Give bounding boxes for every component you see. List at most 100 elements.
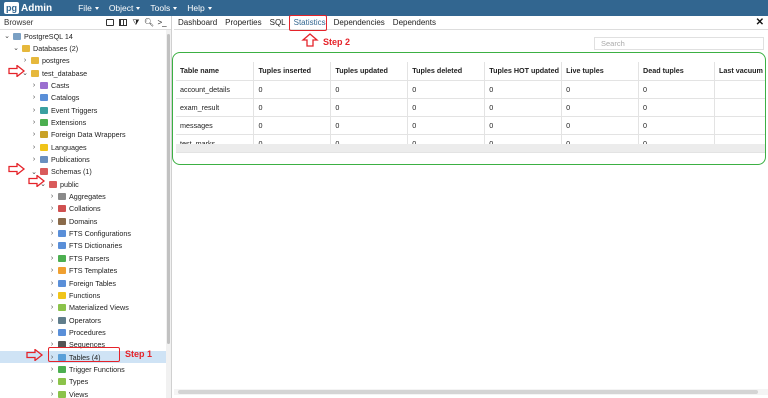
tree-item-label: FTS Dictionaries — [69, 241, 123, 251]
tree-item-label: FTS Parsers — [69, 253, 110, 263]
statistics-tab-highlight — [289, 15, 327, 31]
tree-item-label: Publications — [51, 155, 90, 164]
chevron-right-icon[interactable]: › — [49, 218, 55, 225]
tree-item[interactable]: › Catalogs — [31, 92, 80, 104]
tree-item[interactable]: ⌄ Databases (2) — [13, 42, 78, 54]
right-arrow-icon — [28, 175, 46, 187]
tree-item[interactable]: › Trigger Functions — [49, 363, 125, 375]
chevron-right-icon[interactable]: › — [49, 193, 55, 200]
tree-item[interactable]: › postgres — [22, 55, 70, 67]
tree-item[interactable]: › FTS Parsers — [49, 252, 110, 264]
tree-item[interactable]: › Aggregates — [49, 191, 106, 203]
chevron-right-icon[interactable]: › — [31, 131, 37, 138]
horizontal-scrollbar[interactable] — [174, 389, 768, 395]
tab-dependents[interactable]: Dependents — [389, 16, 440, 30]
tab-dashboard[interactable]: Dashboard — [174, 16, 221, 30]
browser-scroll-thumb[interactable] — [167, 34, 170, 344]
chevron-right-icon[interactable]: › — [31, 119, 37, 126]
close-icon[interactable]: ✕ — [756, 17, 764, 28]
chevron-right-icon[interactable]: › — [22, 57, 28, 64]
chevron-right-icon[interactable]: › — [49, 280, 55, 287]
tree-item[interactable]: ⌄ PostgreSQL 14 — [4, 30, 73, 42]
menu-help[interactable]: Help — [187, 3, 212, 13]
chevron-right-icon[interactable]: › — [31, 144, 37, 151]
tree-item[interactable]: › Languages — [31, 141, 87, 153]
tree-item-label: Trigger Functions — [69, 364, 125, 374]
tree-item[interactable]: › Views — [49, 388, 88, 398]
tree-item[interactable]: › Foreign Tables — [49, 277, 116, 289]
search-icon[interactable]: 🔍︎ — [144, 18, 154, 28]
tree-item[interactable]: ⌄ test_database — [22, 67, 87, 79]
tab-dependencies[interactable]: Dependencies — [330, 16, 389, 30]
tree-item[interactable]: › Publications — [31, 154, 90, 166]
caret-down-icon — [207, 6, 212, 10]
tree-item[interactable]: › Functions — [49, 289, 100, 301]
terminal-icon[interactable]: >_ — [157, 18, 167, 28]
chevron-right-icon[interactable]: › — [49, 391, 55, 398]
chevron-right-icon[interactable]: › — [49, 230, 55, 237]
chevron-right-icon[interactable]: › — [49, 304, 55, 311]
chevron-right-icon[interactable]: › — [49, 292, 55, 299]
tree-item[interactable]: › FTS Configurations — [49, 228, 131, 240]
domains-icon — [58, 217, 66, 225]
server-icon — [13, 32, 21, 40]
tree-item[interactable]: › Operators — [49, 314, 101, 326]
chevron-right-icon[interactable]: › — [49, 205, 55, 212]
chevron-right-icon[interactable]: › — [31, 156, 37, 163]
browser-toolbar: ⧩ 🔍︎ >_ — [102, 18, 167, 28]
tab-properties[interactable]: Properties — [221, 16, 265, 30]
pgadmin-logo: pg Admin — [4, 2, 52, 14]
trigger-fn-icon — [58, 365, 66, 373]
menu-tools[interactable]: Tools — [150, 3, 178, 13]
tree-item[interactable]: › FTS Dictionaries — [49, 240, 122, 252]
tree-item[interactable]: › Procedures — [49, 326, 106, 338]
filter-icon[interactable]: ⧩ — [131, 18, 141, 28]
search-input[interactable]: Search — [594, 37, 764, 50]
tree-item[interactable]: › Materialized Views — [49, 302, 129, 314]
tree-item-label: Procedures — [69, 327, 106, 337]
tree-item[interactable]: › Casts — [31, 79, 70, 91]
menu-file[interactable]: File — [78, 3, 99, 13]
menu-object-label: Object — [108, 3, 134, 13]
chevron-right-icon[interactable]: › — [49, 255, 55, 262]
tree-item[interactable]: › Types — [49, 376, 88, 388]
chevron-right-icon[interactable]: › — [49, 267, 55, 274]
chevron-right-icon[interactable]: › — [31, 94, 37, 101]
chevron-down-icon[interactable]: ⌄ — [4, 32, 10, 40]
chevron-right-icon[interactable]: › — [31, 107, 37, 114]
tree-item[interactable]: › Collations — [49, 203, 101, 215]
tree-item-label: test_database — [42, 68, 88, 78]
chevron-down-icon[interactable]: ⌄ — [13, 44, 19, 52]
chevron-right-icon[interactable]: › — [49, 378, 55, 385]
tab-sql[interactable]: SQL — [266, 16, 290, 30]
tree-item[interactable]: › FTS Templates — [49, 265, 117, 277]
main-menu: File Object Tools Help — [78, 3, 222, 13]
grid-icon[interactable] — [118, 18, 128, 28]
operators-icon — [58, 316, 66, 324]
caret-down-icon — [94, 6, 99, 10]
chevron-right-icon[interactable]: › — [49, 242, 55, 249]
object-icon[interactable] — [105, 18, 115, 28]
caret-down-icon — [136, 6, 141, 10]
tree-item[interactable]: › Extensions — [31, 116, 86, 128]
tree-item[interactable]: › Event Triggers — [31, 104, 98, 116]
tree-item-label: postgres — [42, 56, 70, 66]
chevron-right-icon[interactable]: › — [31, 82, 37, 89]
tree-item[interactable]: › Foreign Data Wrappers — [31, 129, 126, 141]
tree-item-label: Domains — [69, 216, 98, 226]
publications-icon — [40, 156, 48, 163]
browser-scrollbar[interactable] — [166, 30, 171, 398]
chevron-right-icon[interactable]: › — [49, 329, 55, 336]
step-1-label: Step 1 — [125, 349, 153, 359]
tree-item[interactable]: › Domains — [49, 215, 98, 227]
tree-item-label: Foreign Tables — [69, 278, 117, 288]
menu-object[interactable]: Object — [109, 3, 141, 13]
tree-item-label: Catalogs — [51, 93, 80, 103]
chevron-right-icon[interactable]: › — [49, 317, 55, 324]
fts-parser-icon — [58, 254, 66, 262]
tree-item-label: Types — [69, 377, 89, 387]
fts-template-icon — [58, 267, 66, 275]
logo-pg: pg — [4, 2, 19, 14]
horizontal-scroll-thumb[interactable] — [178, 390, 758, 394]
chevron-right-icon[interactable]: › — [49, 366, 55, 373]
